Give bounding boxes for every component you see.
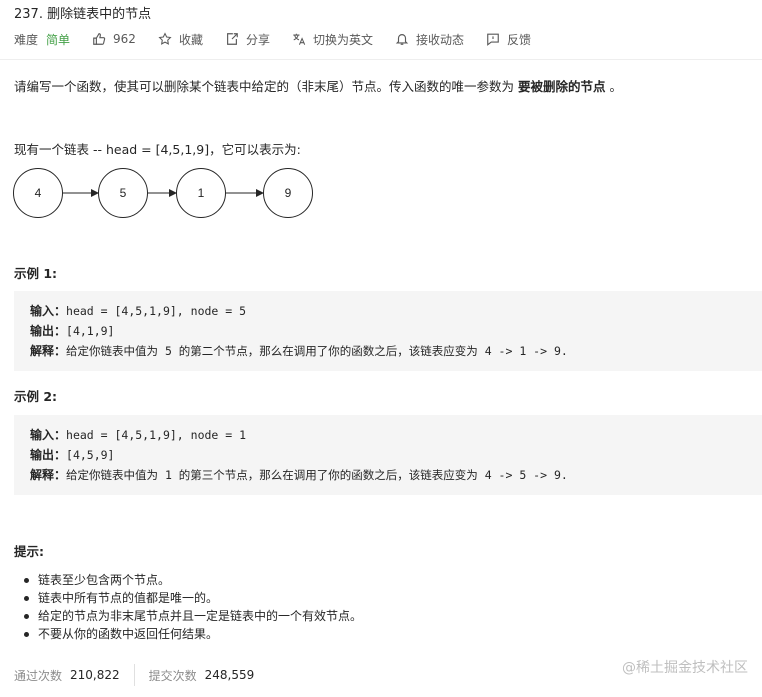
hint-text: 不要从你的函数中返回任何结果。 [38,627,219,641]
share-icon [225,32,239,46]
example-2-code-block: 输入：head = [4,5,1,9], node = 1 输出：[4,5,9]… [14,415,762,495]
node-value: 1 [198,186,205,200]
feedback-label: 反馈 [507,32,532,47]
submissions-count: 248,559 [204,668,255,682]
node-value: 9 [285,186,292,200]
collect-button[interactable]: 收藏 [158,31,203,48]
output-value: [4,5,9] [66,448,115,462]
watermark: @稀土掘金技术社区 [622,660,748,676]
explain-value: 给定你链表中值为 1 的第三个节点，那么在调用了你的函数之后，该链表应变为 4 … [66,468,568,482]
hint-item: 给定的节点为非末尾节点并且一定是链表中的一个有效节点。 [24,607,363,625]
notify-label: 接收动态 [415,32,464,47]
like-count: 962 [113,32,136,46]
collect-label: 收藏 [178,32,203,47]
bullet-icon [24,578,29,583]
example-2-heading: 示例 2: [14,389,58,404]
hint-text: 链表至少包含两个节点。 [38,573,171,587]
problem-meta-bar: 难度 简单 962 收藏 分享 切换为英文 接收动态 反馈 [14,30,553,48]
node-value: 4 [35,186,42,200]
submissions-label: 提交次数 [148,668,197,683]
hints-heading: 提示: [14,544,44,559]
output-label: 输出： [30,324,67,338]
hint-text: 链表中所有节点的值都是唯一的。 [38,591,219,605]
switch-language-label: 切换为英文 [312,32,373,47]
accepted-count: 210,822 [70,668,120,682]
input-value: head = [4,5,1,9], node = 1 [66,428,247,442]
feedback-icon [486,32,500,46]
node-value: 5 [120,186,127,200]
star-icon [158,32,172,46]
difficulty-label: 难度 [14,32,39,47]
description-text: 请编写一个函数，使其可以删除某个链表中给定的（非末尾）节点。传入函数的唯一参数为 [14,79,518,94]
hint-item: 链表至少包含两个节点。 [24,571,362,589]
example-1-code-block: 输入：head = [4,5,1,9], node = 5 输出：[4,1,9]… [14,291,762,371]
explain-label: 解释： [30,344,67,358]
difficulty-value: 简单 [46,32,71,47]
example-explain-line: 解释：给定你链表中值为 1 的第三个节点，那么在调用了你的函数之后，该链表应变为… [14,465,762,485]
description-emphasis: 要被删除的节点 [517,79,606,94]
stats-divider [133,664,135,686]
like-button[interactable]: 962 [92,32,136,46]
example-1-heading: 示例 1: [14,266,58,281]
header-divider [0,59,762,60]
example-explain-line: 解释：给定你链表中值为 5 的第二个节点，那么在调用了你的函数之后，该链表应变为… [14,341,762,361]
problem-description: 请编写一个函数，使其可以删除某个链表中给定的（非末尾）节点。传入函数的唯一参数为… [14,76,622,95]
switch-language-button[interactable]: 切换为英文 [292,31,373,48]
output-label: 输出： [30,448,67,462]
share-button[interactable]: 分享 [225,31,270,48]
example-output-line: 输出：[4,5,9] [14,445,762,465]
thumbs-up-icon [92,32,106,46]
feedback-button[interactable]: 反馈 [486,31,531,48]
explain-value: 给定你链表中值为 5 的第二个节点，那么在调用了你的函数之后，该链表应变为 4 … [66,344,568,358]
difficulty: 难度 简单 [14,31,70,48]
input-label: 输入： [30,428,67,442]
hints-list: 链表至少包含两个节点。 链表中所有节点的值都是唯一的。 给定的节点为非末尾节点并… [24,571,363,643]
submission-stats: 通过次数 210,822 提交次数 248,559 [14,664,254,686]
bullet-icon [24,614,29,619]
output-value: [4,1,9] [66,324,115,338]
input-value: head = [4,5,1,9], node = 5 [66,304,247,318]
hint-item: 不要从你的函数中返回任何结果。 [24,625,362,643]
bullet-icon [24,632,29,637]
example-input-line: 输入：head = [4,5,1,9], node = 1 [14,425,762,445]
list-intro-text: 现有一个链表 -- head = [4,5,1,9]，它可以表示为: [14,142,301,157]
bullet-icon [24,596,29,601]
notify-button[interactable]: 接收动态 [395,31,464,48]
input-label: 输入： [30,304,67,318]
hint-text: 给定的节点为非末尾节点并且一定是链表中的一个有效节点。 [38,609,363,623]
accepted-label: 通过次数 [14,668,63,683]
translate-icon [292,32,306,46]
problem-title: 237. 删除链表中的节点 [14,7,152,22]
hint-item: 链表中所有节点的值都是唯一的。 [24,589,362,607]
description-end: 。 [605,79,622,94]
example-output-line: 输出：[4,1,9] [14,321,762,341]
linked-list-diagram: 4 5 1 9 [13,168,313,218]
share-label: 分享 [245,32,270,47]
explain-label: 解释： [30,468,67,482]
bell-icon [395,32,409,46]
example-input-line: 输入：head = [4,5,1,9], node = 5 [14,301,762,321]
